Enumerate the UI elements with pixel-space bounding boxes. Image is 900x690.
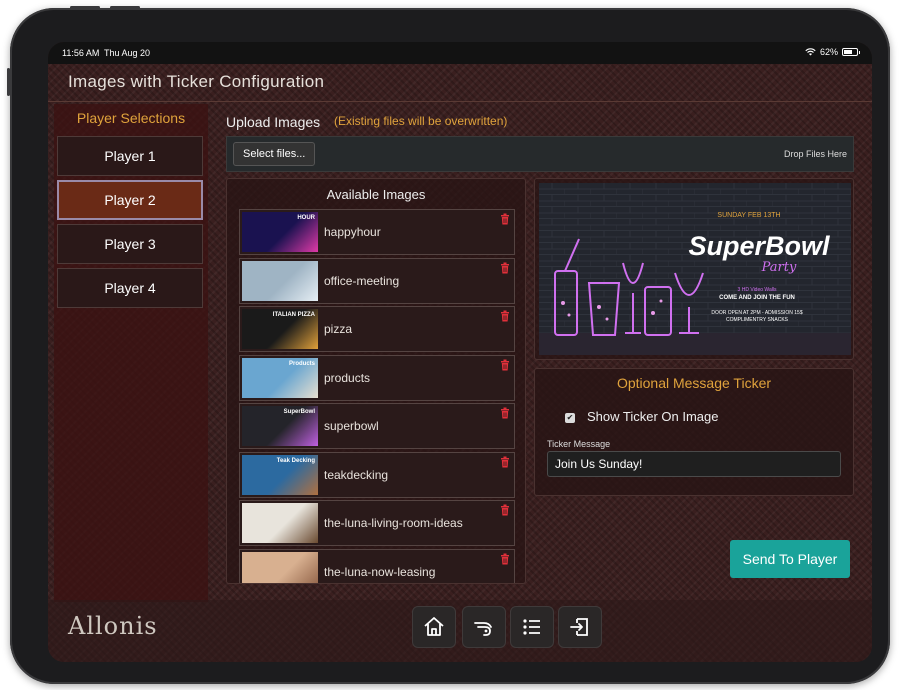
show-ticker-label: Show Ticker On Image <box>587 409 719 424</box>
trash-icon[interactable] <box>500 359 510 371</box>
thumbnail-caption: Products <box>288 360 315 367</box>
ticker-panel: Optional Message Ticker ✔ Show Ticker On… <box>534 368 854 496</box>
upload-label: Upload Images <box>226 114 321 130</box>
status-bar: 11:56 AM Thu Aug 20 62% <box>48 42 872 64</box>
exit-icon <box>570 618 588 636</box>
image-thumbnail: HOUR <box>242 212 318 252</box>
preview-line-3: DOOR OPEN AT 2PM - ADMISSION 15$ <box>711 310 802 316</box>
trash-icon[interactable] <box>500 456 510 468</box>
trash-icon[interactable] <box>500 310 510 322</box>
image-thumbnail: SuperBowl <box>242 406 318 446</box>
image-thumbnail <box>242 503 318 543</box>
preview-date: SUNDAY FEB 13TH <box>717 212 780 219</box>
preview-panel: SUNDAY FEB 13TH SuperBowl Party 3 HD Vid… <box>534 178 854 360</box>
image-thumbnail: Teak Decking <box>242 454 318 495</box>
preview-line-4: COMPLIMENTRY SNACKS <box>726 317 789 323</box>
trash-icon[interactable] <box>500 262 510 274</box>
trash-icon[interactable] <box>500 407 510 419</box>
image-name: office-meeting <box>324 273 400 288</box>
upload-dropzone[interactable]: Select files... Drop Files Here <box>226 136 854 172</box>
available-images-panel: Available Images HOUR happyhour office-mee… <box>226 178 526 584</box>
ipad-frame: 11:56 AM Thu Aug 20 62% Images with Tick… <box>7 6 890 684</box>
trash-icon[interactable] <box>500 553 510 565</box>
image-thumbnail <box>242 551 318 583</box>
status-right: 62% <box>805 47 860 57</box>
bottom-nav-bar <box>48 600 872 662</box>
image-list-item[interactable]: ITALIAN PIZZA pizza <box>239 306 515 352</box>
list-icon <box>523 619 540 635</box>
image-list-item[interactable]: the-luna-now-leasing <box>239 548 515 583</box>
wifi-icon <box>805 48 816 56</box>
status-date: Thu Aug 20 <box>104 48 151 58</box>
thumbnail-caption: Teak Decking <box>276 457 315 464</box>
image-list-item[interactable]: SuperBowl superbowl <box>239 403 515 449</box>
image-name: the-luna-living-room-ideas <box>324 516 463 530</box>
upload-note: (Existing files will be overwritten) <box>334 114 508 128</box>
battery-percent: 62% <box>819 47 838 57</box>
list-button[interactable] <box>510 606 554 648</box>
superbowl-preview-art: SUNDAY FEB 13TH SuperBowl Party 3 HD Vid… <box>539 183 851 355</box>
image-thumbnail: ITALIAN PIZZA <box>242 309 318 349</box>
available-images-title: Available Images <box>326 187 426 202</box>
thumbnail-caption: SuperBowl <box>283 409 315 415</box>
ticker-message-label: Ticker Message <box>547 439 611 449</box>
sidebar-title: Player Selections <box>76 110 186 126</box>
home-button[interactable] <box>412 606 456 648</box>
player-sidebar: Player Selections Player 1 Player 2 Play… <box>54 104 208 602</box>
header-divider <box>48 101 872 102</box>
image-thumbnail: Products <box>242 357 318 398</box>
preview-line-2: COME AND JOIN THE FUN <box>719 295 795 301</box>
drop-files-text: Drop Files Here <box>783 149 847 159</box>
thumbnail-caption: ITALIAN PIZZA <box>272 312 315 318</box>
thumbnail-caption: HOUR <box>297 215 315 221</box>
screen: 11:56 AM Thu Aug 20 62% Images with Tick… <box>48 42 872 662</box>
image-list-item[interactable]: Teak Decking teakdecking <box>239 451 515 498</box>
home-icon <box>424 617 444 636</box>
image-list-item[interactable]: HOUR happyhour <box>239 209 515 255</box>
player-3-button[interactable]: Player 3 <box>57 224 203 264</box>
show-ticker-checkbox[interactable]: ✔ <box>565 413 575 423</box>
remote-pointer-icon <box>474 622 492 636</box>
preview-line-1: 3 HD Video Walls <box>738 287 777 293</box>
image-name: teakdecking <box>324 467 389 482</box>
image-thumbnail <box>242 260 318 301</box>
image-preview: SUNDAY FEB 13TH SuperBowl Party 3 HD Vid… <box>539 183 851 355</box>
brand-logo: Allonis <box>68 612 158 640</box>
image-list-item[interactable]: office-meeting <box>239 257 515 304</box>
remote-button[interactable] <box>462 606 506 648</box>
image-name: superbowl <box>324 419 379 433</box>
image-list-item[interactable]: Products products <box>239 354 515 401</box>
image-name: products <box>324 370 371 385</box>
image-name: the-luna-now-leasing <box>324 564 436 579</box>
page-title: Images with Ticker Configuration <box>68 72 325 91</box>
preview-subtitle: Party <box>761 260 797 275</box>
status-time: 11:56 AM <box>62 48 100 58</box>
player-1-button[interactable]: Player 1 <box>57 136 203 176</box>
volume-down-button <box>110 6 140 9</box>
image-name: pizza <box>324 322 353 336</box>
volume-up-button <box>70 6 100 9</box>
image-list-item[interactable]: the-luna-living-room-ideas <box>239 500 515 546</box>
trash-icon[interactable] <box>500 213 510 225</box>
player-4-button[interactable]: Player 4 <box>57 268 203 308</box>
send-to-player-button[interactable]: Send To Player <box>730 540 850 578</box>
player-2-button[interactable]: Player 2 <box>57 180 203 220</box>
image-name: happyhour <box>324 225 381 239</box>
battery-icon <box>842 48 860 56</box>
exit-button[interactable] <box>558 606 602 648</box>
ticker-message-input[interactable] <box>547 451 841 477</box>
select-files-button[interactable]: Select files... <box>233 142 316 166</box>
mute-switch <box>7 68 10 96</box>
preview-title: SuperBowl <box>688 231 830 261</box>
trash-icon[interactable] <box>500 504 510 516</box>
ticker-title: Optional Message Ticker <box>616 375 772 391</box>
